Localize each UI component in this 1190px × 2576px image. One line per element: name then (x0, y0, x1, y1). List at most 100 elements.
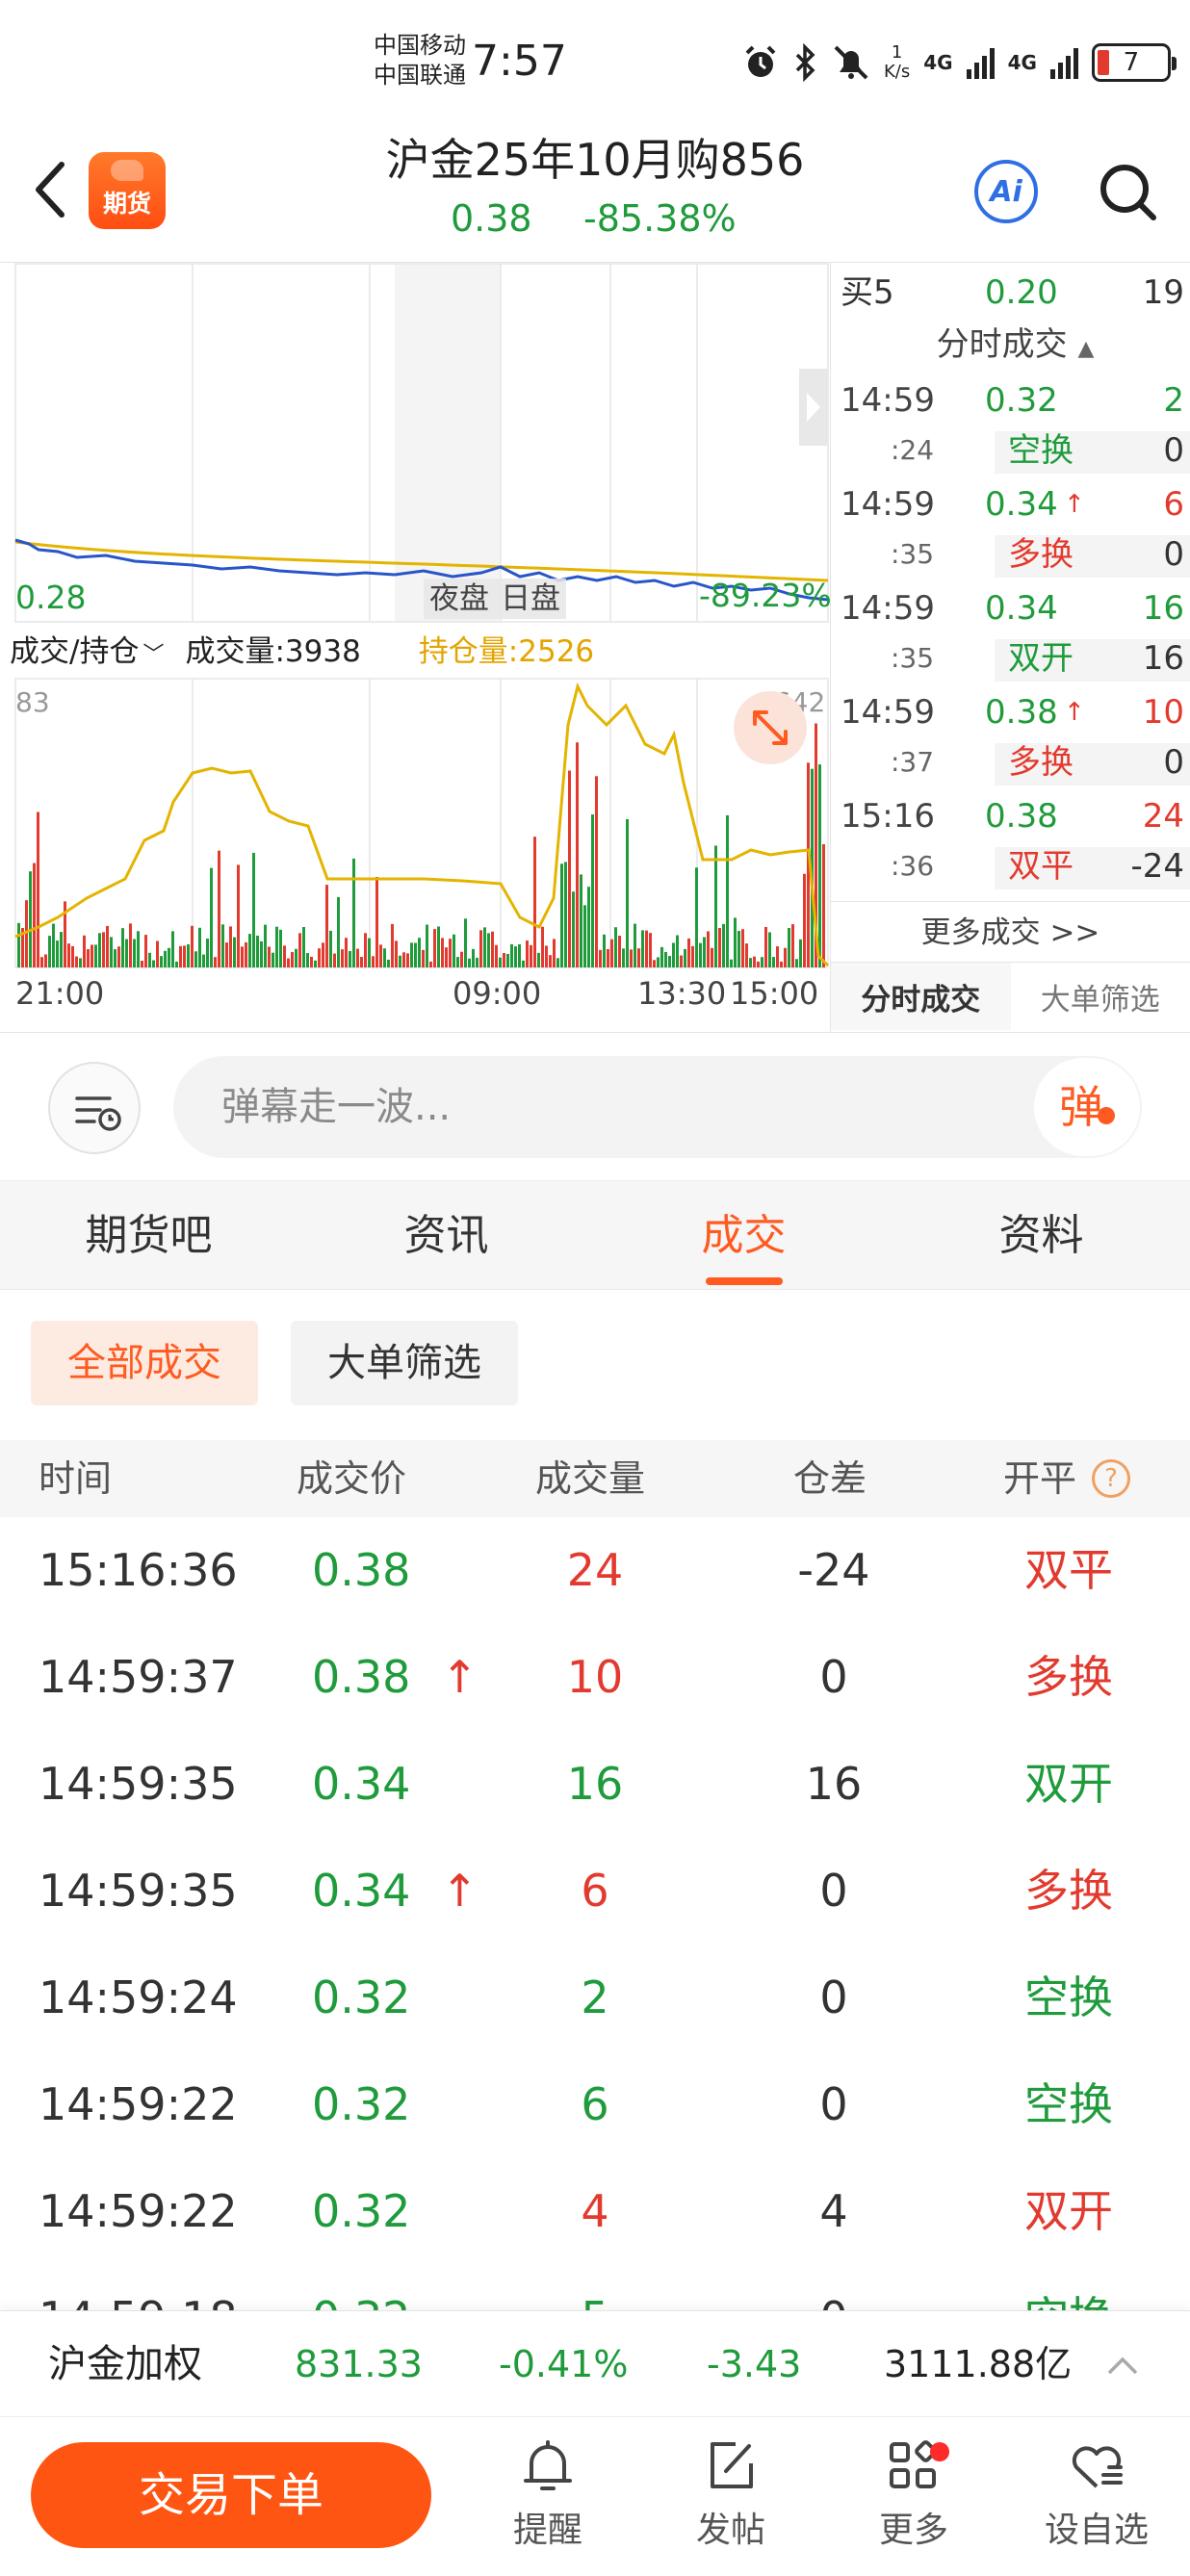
volume-bar (187, 943, 190, 967)
table-row[interactable]: 14:59:22 0.32 6 0 空换 (0, 2051, 1190, 2158)
table-row[interactable]: 14:59:35 0.34 ↑ 6 0 多换 (0, 1838, 1190, 1945)
ob-seconds: :35 (891, 538, 935, 570)
volume-bar (67, 943, 70, 967)
volume-bar (614, 927, 617, 967)
volume-bar (714, 845, 717, 967)
signal-icon-2 (1049, 46, 1078, 79)
volume-bar (634, 923, 636, 967)
expand-chart-button[interactable] (734, 691, 807, 764)
nav-post-label: 发帖 (695, 2511, 765, 2550)
danmaku-bar: 弹幕走一波... 弹 (0, 1032, 1190, 1180)
tab-timeshare-trades[interactable]: 分时成交 (831, 963, 1011, 1030)
nav-more-label: 更多 (878, 2511, 948, 2550)
table-row[interactable]: 14:59:35 0.34 16 16 双开 (0, 1731, 1190, 1838)
battery-icon: 7 (1091, 43, 1177, 82)
volume-bar (260, 940, 263, 967)
ai-assistant-icon[interactable]: Ai (974, 160, 1038, 223)
bell-icon (524, 2440, 572, 2490)
danmaku-input[interactable]: 弹幕走一波... 弹 (173, 1056, 1142, 1158)
volume-bar (676, 935, 679, 967)
volume-bar (256, 935, 259, 967)
volume-dropdown[interactable]: 成交/持仓 ﹀ (10, 627, 164, 670)
volume-bar (576, 742, 579, 967)
net-label-2: 4G (1007, 51, 1037, 74)
volume-bar (60, 932, 63, 967)
volume-bar (337, 896, 340, 967)
cell-oi-diff-value: 0 (819, 2078, 848, 2130)
volume-bar (310, 956, 313, 967)
volume-bar (503, 953, 505, 967)
volume-bar (718, 928, 721, 967)
volume-bar (364, 933, 367, 967)
index-ticker-bar[interactable]: 沪金加权 831.33 -0.41% -3.43 3111.88亿 (0, 2310, 1190, 2416)
place-order-button[interactable]: 交易下单 (31, 2442, 431, 2548)
filter-large-orders[interactable]: 大单筛选 (291, 1321, 518, 1405)
tab-forum[interactable]: 期货吧 (0, 1181, 298, 1289)
nav-alert[interactable]: 提醒 (476, 2433, 620, 2567)
header-volume: 成交量 (535, 1457, 646, 1500)
ob-type: 双平 (1008, 847, 1074, 886)
volume-bar (17, 922, 20, 967)
volume-bar (241, 946, 244, 967)
volume-bar (610, 939, 613, 967)
cell-time: 14:59:35 (39, 1758, 238, 1810)
table-row[interactable]: 15:16:36 0.38 24 -24 双平 (0, 1517, 1190, 1624)
night-session-tag[interactable]: 夜盘 (424, 579, 495, 619)
help-icon[interactable]: ? (1092, 1459, 1130, 1498)
volume-bar (156, 940, 159, 967)
cell-time: 14:59:37 (39, 1651, 238, 1703)
table-row[interactable]: 14:59:18 0.32 5 0 空换 (0, 2265, 1190, 2310)
volume-bar (341, 949, 344, 967)
table-row[interactable]: 14:59:24 0.32 2 0 空换 (0, 1945, 1190, 2051)
danmaku-toggle-button[interactable] (48, 1062, 141, 1154)
tab-profile[interactable]: 资料 (892, 1181, 1190, 1289)
nav-more[interactable]: 更多 (841, 2433, 986, 2567)
order-book-row: 15:16 0.38 24 (841, 791, 1190, 841)
volume-bar (622, 948, 625, 967)
volume-bar (52, 923, 55, 967)
cell-open-close: 空换 (1024, 2078, 1113, 2130)
tab-trades[interactable]: 成交 (595, 1181, 892, 1289)
volume-bar (537, 952, 540, 967)
table-row[interactable]: 14:59:22 0.32 4 4 双开 (0, 2158, 1190, 2265)
volume-bar (560, 863, 563, 967)
volume-bar (245, 941, 247, 967)
table-row[interactable]: 14:59:37 0.38 ↑ 10 0 多换 (0, 1624, 1190, 1731)
filter-all-trades[interactable]: 全部成交 (31, 1321, 258, 1405)
volume-bar (360, 957, 363, 967)
index-price: 831.33 (295, 2343, 423, 2385)
volume-header: 成交/持仓 ﹀ 成交量:3938 持仓量:2526 (10, 624, 828, 672)
nav-post[interactable]: 发帖 (659, 2433, 803, 2567)
ob-diff: 0 (1163, 431, 1184, 470)
nav-watchlist[interactable]: 设自选 (1024, 2433, 1169, 2567)
volume-bar (572, 891, 575, 967)
more-trades-link[interactable]: 更多成交 >> (831, 901, 1190, 963)
cell-volume-value: 24 (566, 1544, 624, 1596)
day-session-tag[interactable]: 日盘 (495, 579, 566, 619)
time-tick: 15:00 (730, 975, 819, 1012)
tab-large-orders[interactable]: 大单筛选 (1011, 963, 1190, 1030)
vol-axis-max: 83 (15, 686, 50, 718)
order-book-row: 14:59 0.38 ↑ 10 (841, 687, 1190, 737)
volume-bar (580, 874, 582, 967)
volume-bar (426, 924, 428, 967)
search-icon[interactable] (1096, 160, 1161, 225)
volume-bar (229, 926, 232, 967)
ob-type: 双开 (1008, 639, 1074, 678)
header-price: 0.38 (451, 197, 532, 240)
trades-table-body[interactable]: 15:16:36 0.38 24 -24 双平 14:59:37 0.38 ↑ 10 0 多换 14:… (0, 1517, 1190, 2310)
volume-bar (133, 939, 136, 967)
volume-bar (252, 852, 255, 967)
order-book-row-detail: :37 多换 0 (841, 737, 1190, 787)
nav-watchlist-label: 设自选 (1044, 2511, 1149, 2550)
volume-bar (495, 944, 498, 967)
volume-bar (753, 956, 756, 967)
order-book-row: 14:59 0.32 2 (841, 375, 1190, 425)
tab-news[interactable]: 资讯 (298, 1181, 595, 1289)
ob-price: 0.32 (985, 381, 1058, 420)
volume-bar (356, 948, 359, 967)
cell-price: 0.34 (312, 1865, 411, 1917)
danmaku-send-button[interactable]: 弹 (1034, 1058, 1140, 1156)
timeshare-trades-header[interactable]: 分时成交 ▲ (841, 320, 1190, 370)
volume-bar (137, 931, 140, 967)
